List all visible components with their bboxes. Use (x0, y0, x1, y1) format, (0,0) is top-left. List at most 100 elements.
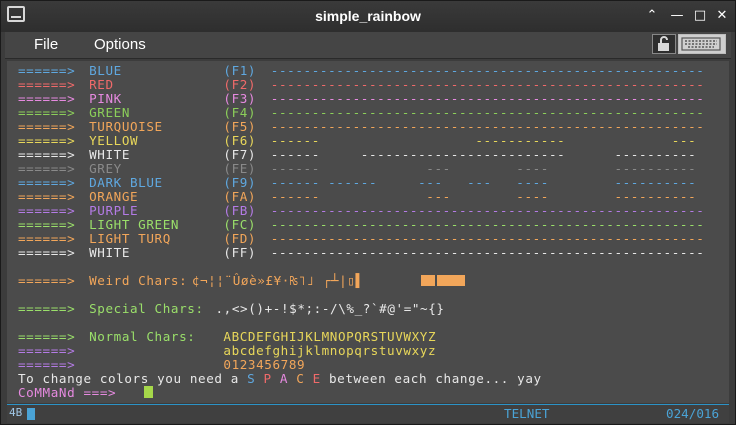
arrow-text: ======> (18, 245, 76, 260)
color-line: ------ ------------------------- -------… (270, 147, 697, 162)
arrow-text: ======> (18, 175, 76, 190)
special-chars-row: ======> Special Chars: .,<>()+-!$*;:-/\%_?… (7, 302, 729, 316)
keyboard-icon[interactable] (678, 34, 726, 54)
color-line: ----------------------------------------… (270, 105, 705, 120)
space-letter: C (296, 371, 305, 386)
arrow-text: ======> (18, 161, 76, 176)
lock-icon[interactable] (652, 34, 676, 54)
arrow-text: ======> (18, 203, 76, 218)
color-key: (F4) (223, 105, 257, 120)
special-label: Special Chars: (89, 301, 204, 316)
weird-chars: ¢¬¦¦¨Ûøè»£¥·₨˥˩ ┌┴|▯▌ (191, 273, 364, 288)
command-prompt: CoMMaNd ===> (18, 385, 117, 400)
normal-upper: ABCDEFGHIJKLMNOPQRSTUVWXYZ (223, 329, 437, 344)
message-row: To change colors you need a S P A C E be… (7, 372, 729, 386)
color-name: PINK (89, 91, 122, 106)
color-line: ----------------------------------------… (270, 245, 705, 260)
color-key: (FA) (223, 189, 257, 204)
color-line: ----------------------------------------… (270, 91, 705, 106)
color-name: BLUE (89, 63, 122, 78)
color-key: (FF) (223, 245, 257, 260)
color-row: ======> WHITE (F7) ------ -----------------… (7, 148, 729, 162)
color-line: ----------------------------------------… (270, 231, 705, 246)
color-name: TURQUOISE (89, 119, 163, 134)
arrow-text: ======> (18, 133, 76, 148)
color-row: ======> BLUE (F1) -------------------------… (7, 64, 729, 78)
menu-file[interactable]: File (34, 36, 58, 53)
color-key: (F5) (223, 119, 257, 134)
color-row: ======> DARK BLUE (F9) ------ ------ --- --… (7, 176, 729, 190)
chevron-up-icon[interactable]: ⌃ (643, 7, 661, 25)
color-line: ----------------------------------------… (270, 119, 705, 134)
color-name: GREY (89, 161, 122, 176)
arrow-text: ======> (18, 189, 76, 204)
space-letter: A (279, 371, 289, 386)
maximize-button[interactable]: □ (691, 7, 709, 25)
status-term-icon: 4B (9, 406, 23, 419)
weird-label: Weird Chars: (89, 273, 188, 288)
weird-chars-row: ======> Weird Chars: ¢¬¦¦¨Ûøè»£¥·₨˥˩ ┌┴|▯▌ (7, 274, 729, 288)
terminal-screen[interactable]: ======> BLUE (F1) -------------------------… (7, 61, 729, 403)
color-row: ======> LIGHT TURQ (FD) -------------------… (7, 232, 729, 246)
normal-digits: 0123456789 (223, 357, 306, 372)
color-line: ------ --- ---- ---------- (270, 189, 697, 204)
color-line: ----------------------------------------… (270, 203, 705, 218)
color-row: ======> PINK (F3) -------------------------… (7, 92, 729, 106)
color-line: ----------------------------------------… (270, 217, 705, 232)
message-after: between each change... yay (320, 371, 542, 386)
status-bar: 4B TELNET 024/016 (7, 404, 729, 423)
message-before: To change colors you need a (18, 371, 248, 386)
space-letter: S (247, 371, 256, 386)
color-key: (FC) (223, 217, 257, 232)
color-line: ----------------------------------------… (270, 63, 705, 78)
arrow-text: ======> (18, 91, 76, 106)
normal-chars-row-3: ======> 0123456789 (7, 358, 729, 372)
color-key: (FD) (223, 231, 257, 246)
color-name: WHITE (89, 147, 131, 162)
menu-bar: File Options (5, 32, 731, 59)
color-key: (FB) (223, 203, 257, 218)
color-name: LIGHT GREEN (89, 217, 180, 232)
color-key: (F3) (223, 91, 257, 106)
normal-chars-row-2: ======> abcdefghijklmnopqrstuvwxyz (7, 344, 729, 358)
arrow-text: ======> (18, 273, 76, 288)
color-name: LIGHT TURQ (89, 231, 171, 246)
space-letter: E (312, 371, 321, 386)
arrow-text: ======> (18, 77, 76, 92)
color-row: ======> GREY (FE) ------ --- ---- ---------… (7, 162, 729, 176)
color-line: ------ --- ---- ---------- (270, 161, 697, 176)
color-row: ======> RED (F2) --------------------------… (7, 78, 729, 92)
command-row: CoMMaNd ===> (7, 386, 729, 400)
menu-options[interactable]: Options (94, 36, 146, 53)
color-name: RED (89, 77, 114, 92)
arrow-text: ======> (18, 329, 76, 344)
arrow-text: ======> (18, 147, 76, 162)
color-key: (FE) (223, 161, 257, 176)
color-name: GREEN (89, 105, 131, 120)
color-row: ======> YELLOW (F6) ------ ----------- --- (7, 134, 729, 148)
arrow-text: ======> (18, 63, 76, 78)
color-key: (F9) (223, 175, 257, 190)
color-key: (F7) (223, 147, 257, 162)
arrow-text: ======> (18, 301, 76, 316)
minimize-button[interactable]: — (668, 7, 686, 25)
normal-lower: abcdefghijklmnopqrstuvwxyz (223, 343, 437, 358)
color-line: ------ ------ --- --- ---- ---------- (270, 175, 697, 190)
special-chars: .,<>()+-!$*;:-/\%_?`#@'="~{} (215, 301, 445, 316)
status-indicator (27, 408, 35, 420)
title-bar[interactable]: simple_rainbow ⌃ — □ ✕ (1, 1, 735, 32)
color-key: (F2) (223, 77, 257, 92)
color-name: ORANGE (89, 189, 139, 204)
arrow-text: ======> (18, 119, 76, 134)
color-line: ------ ----------- --- (270, 133, 697, 148)
close-button[interactable]: ✕ (713, 7, 731, 25)
color-row: ======> TURQUOISE (F5) --------------------… (7, 120, 729, 134)
normal-label: Normal Chars: (89, 329, 196, 344)
arrow-text: ======> (18, 343, 76, 358)
color-name: YELLOW (89, 133, 139, 148)
app-window: simple_rainbow ⌃ — □ ✕ File Options ====… (0, 0, 736, 425)
color-key: (F6) (223, 133, 257, 148)
command-input-cursor[interactable] (144, 386, 154, 400)
color-name: PURPLE (89, 203, 139, 218)
color-row: ======> WHITE (FF) ------------------------… (7, 246, 729, 260)
